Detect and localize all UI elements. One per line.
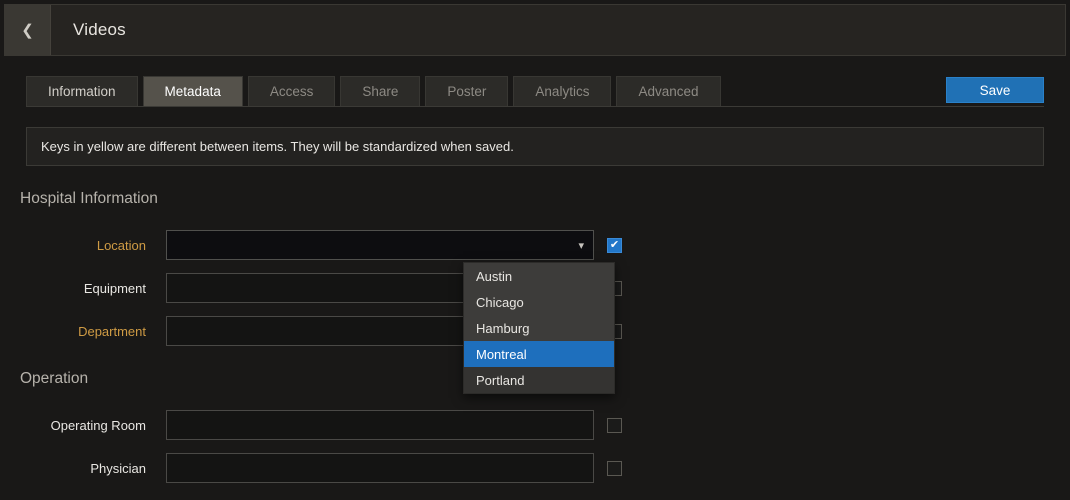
operating-room-input[interactable] <box>166 410 594 440</box>
dropdown-option-montreal[interactable]: Montreal <box>464 341 614 367</box>
notice-banner: Keys in yellow are different between ite… <box>26 127 1044 166</box>
tab-poster[interactable]: Poster <box>425 76 508 106</box>
field-label-equipment: Equipment <box>0 281 166 296</box>
chevron-down-icon: ▾ <box>578 239 584 252</box>
chevron-left-icon: ❮ <box>21 21 34 39</box>
header: ❮ Videos <box>4 4 1066 56</box>
section-title-hospital-information: Hospital Information <box>20 190 1070 208</box>
field-label-department: Department <box>0 324 166 339</box>
location-dropdown[interactable]: ▾ <box>166 230 594 260</box>
dropdown-option-portland[interactable]: Portland <box>464 367 614 393</box>
form-row-physician: Physician <box>0 453 1070 483</box>
physician-input[interactable] <box>166 453 594 483</box>
save-button[interactable]: Save <box>946 77 1044 103</box>
location-checkbox[interactable]: ✔ <box>607 238 622 253</box>
dropdown-option-chicago[interactable]: Chicago <box>464 289 614 315</box>
form-row-location: Location ▾ ✔ Austin Chicago Hamburg Mont… <box>0 230 1070 260</box>
page-title: Videos <box>73 5 126 55</box>
tab-bar: Information Metadata Access Share Poster… <box>26 76 1044 107</box>
back-button[interactable]: ❮ <box>5 5 51 55</box>
field-label-location: Location <box>0 238 166 253</box>
tab-analytics[interactable]: Analytics <box>513 76 611 106</box>
dropdown-option-austin[interactable]: Austin <box>464 263 614 289</box>
operating-room-checkbox[interactable] <box>607 418 622 433</box>
field-label-physician: Physician <box>0 461 166 476</box>
dropdown-option-hamburg[interactable]: Hamburg <box>464 315 614 341</box>
form-row-operating-room: Operating Room <box>0 410 1070 440</box>
field-label-operating-room: Operating Room <box>0 418 166 433</box>
physician-checkbox[interactable] <box>607 461 622 476</box>
tab-metadata[interactable]: Metadata <box>143 76 243 106</box>
location-dropdown-menu: Austin Chicago Hamburg Montreal Portland <box>463 262 615 394</box>
tab-information[interactable]: Information <box>26 76 138 106</box>
tab-advanced[interactable]: Advanced <box>616 76 720 106</box>
check-icon: ✔ <box>610 240 619 251</box>
tab-access[interactable]: Access <box>248 76 336 106</box>
tab-share[interactable]: Share <box>340 76 420 106</box>
